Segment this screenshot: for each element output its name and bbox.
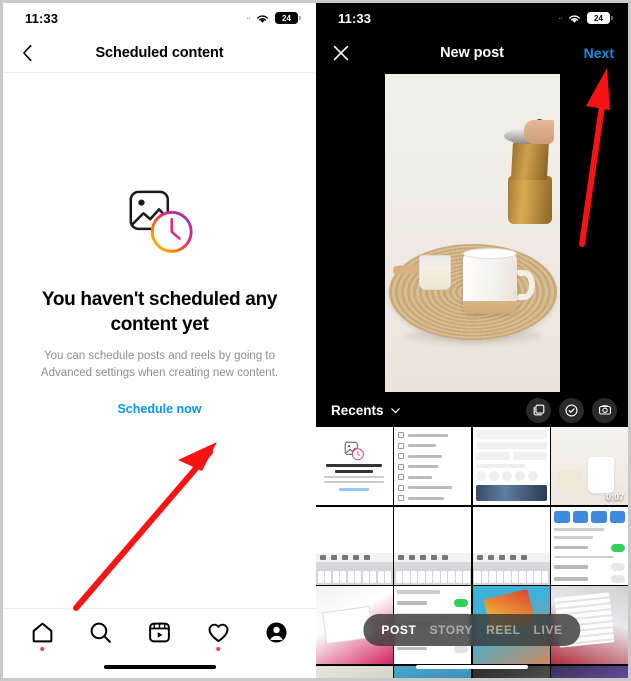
right-status-bar: 11:33 ·· 24: [316, 3, 628, 33]
left-phone-screen: 11:33 ·· 24 Scheduled content You haven'…: [0, 0, 316, 681]
chevron-left-icon[interactable]: [17, 42, 39, 64]
wifi-icon: [569, 14, 580, 23]
right-nav-bar: New post Next: [316, 33, 628, 73]
gallery-item[interactable]: [394, 506, 472, 585]
photo-clock-icon: [345, 441, 365, 461]
signal-dots-icon: ··: [558, 13, 563, 23]
empty-state: You haven't scheduled any content yet Yo…: [3, 73, 316, 608]
verified-check-button[interactable]: [559, 397, 584, 423]
gallery-item[interactable]: [394, 427, 472, 505]
gallery-item[interactable]: [316, 427, 393, 505]
status-time: 11:33: [25, 10, 59, 26]
gallery-item[interactable]: [316, 665, 393, 678]
home-badge-dot: [40, 647, 45, 651]
gallery-item[interactable]: [472, 427, 550, 505]
camera-icon: [598, 405, 611, 415]
sidebar-item-reels[interactable]: [144, 618, 174, 648]
album-label: Recents: [331, 402, 384, 418]
moka-pot: [502, 118, 554, 224]
gallery-item[interactable]: [316, 506, 393, 585]
sidebar-item-home[interactable]: [27, 618, 57, 651]
left-nav-bar: Scheduled content: [3, 33, 316, 73]
left-status-bar: 11:33 ·· 24: [3, 3, 316, 33]
mode-reel[interactable]: REEL: [486, 623, 520, 637]
profile-icon: [266, 622, 287, 643]
status-time: 11:33: [338, 10, 372, 26]
gallery-item[interactable]: [551, 506, 628, 585]
close-x-icon[interactable]: [330, 42, 352, 64]
verified-check-icon: [565, 403, 578, 417]
sidebar-item-profile[interactable]: [262, 618, 292, 648]
photo-clock-icon: [129, 190, 193, 253]
mode-story[interactable]: STORY: [429, 623, 473, 637]
activity-badge-dot: [216, 647, 220, 651]
chevron-down-icon: [390, 407, 400, 413]
mode-live[interactable]: LIVE: [534, 623, 563, 637]
multi-select-icon: [533, 404, 544, 416]
media-preview[interactable]: [316, 73, 628, 393]
page-title: Scheduled content: [95, 44, 224, 61]
right-home-indicator: [416, 665, 528, 669]
home-icon: [32, 622, 53, 643]
right-phone-screen: 11:33 ·· 24 New post Next Recents 0:07 P…: [316, 0, 631, 681]
heart-icon: [208, 623, 229, 643]
gallery-item[interactable]: [472, 506, 550, 585]
capture-mode-selector[interactable]: POST STORY REEL LIVE: [363, 614, 581, 646]
empty-state-subtitle: You can schedule posts and reels by goin…: [40, 350, 279, 380]
dual-phone-screenshot: 11:33 ·· 24 Scheduled content You haven'…: [0, 0, 631, 681]
bottom-tab-bar: [3, 608, 316, 656]
coffee-mug: [462, 254, 517, 314]
gallery-item-selected[interactable]: 0:07: [551, 427, 628, 505]
video-duration-label: 0:07: [605, 492, 624, 502]
signal-dots-icon: ··: [246, 13, 251, 23]
preview-image-coffee: [384, 74, 560, 392]
search-icon: [91, 622, 112, 643]
gallery-header: Recents: [316, 393, 628, 427]
camera-button[interactable]: [592, 397, 617, 423]
page-title: New post: [440, 45, 504, 61]
album-selector[interactable]: Recents: [331, 403, 401, 418]
next-button[interactable]: Next: [584, 45, 614, 61]
mode-post[interactable]: POST: [381, 623, 416, 637]
sidebar-item-activity[interactable]: [203, 618, 233, 651]
sidebar-item-search[interactable]: [86, 618, 116, 648]
wifi-icon: [257, 14, 268, 23]
gallery-item[interactable]: [551, 665, 628, 678]
left-home-indicator: [3, 656, 316, 678]
battery-indicator: 24: [275, 12, 301, 24]
empty-state-title: You haven't scheduled any content yet: [41, 289, 278, 336]
reels-icon: [149, 622, 170, 643]
battery-indicator: 24: [587, 12, 613, 24]
multi-select-button[interactable]: [526, 397, 551, 423]
schedule-now-link[interactable]: Schedule now: [117, 402, 201, 416]
